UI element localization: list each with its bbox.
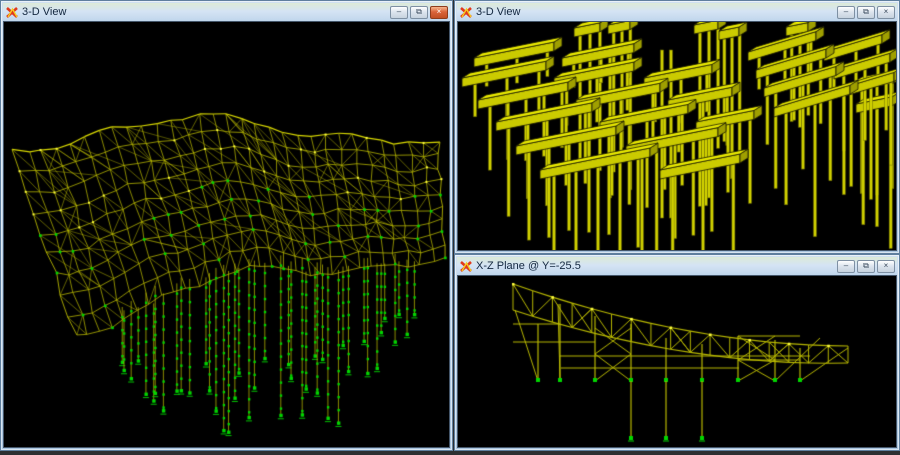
titlebar[interactable]: X-Z Plane @ Y=-25.5 – ⧉ ×: [457, 257, 897, 275]
window-xz-plane: X-Z Plane @ Y=-25.5 – ⧉ ×: [454, 254, 900, 451]
window-3d-view-right: 3-D View – ⧉ ×: [454, 0, 900, 254]
restore-button[interactable]: ⧉: [857, 260, 875, 273]
window-title: 3-D View: [476, 3, 835, 21]
extruded-view-canvas[interactable]: [458, 22, 896, 250]
window-title: X-Z Plane @ Y=-25.5: [476, 257, 835, 275]
view-content: [457, 21, 897, 251]
view-window-icon[interactable]: [460, 6, 473, 19]
close-button[interactable]: ×: [877, 260, 895, 273]
view-content: [3, 21, 450, 448]
titlebar[interactable]: 3-D View – ⧉ ×: [3, 3, 450, 21]
restore-button[interactable]: ⧉: [857, 6, 875, 19]
titlebar[interactable]: 3-D View – ⧉ ×: [457, 3, 897, 21]
window-3d-view-left: 3-D View – ⧉ ×: [0, 0, 453, 451]
close-button[interactable]: ×: [430, 6, 448, 19]
minimize-button[interactable]: –: [390, 6, 408, 19]
view-window-icon[interactable]: [460, 260, 473, 273]
minimize-button[interactable]: –: [837, 260, 855, 273]
window-title: 3-D View: [22, 3, 388, 21]
restore-button[interactable]: ⧉: [410, 6, 428, 19]
close-button[interactable]: ×: [877, 6, 895, 19]
view-window-icon[interactable]: [6, 6, 19, 19]
minimize-button[interactable]: –: [837, 6, 855, 19]
plane-view-canvas[interactable]: [458, 276, 896, 447]
view-content: [457, 275, 897, 448]
3d-view-canvas[interactable]: [4, 22, 449, 447]
